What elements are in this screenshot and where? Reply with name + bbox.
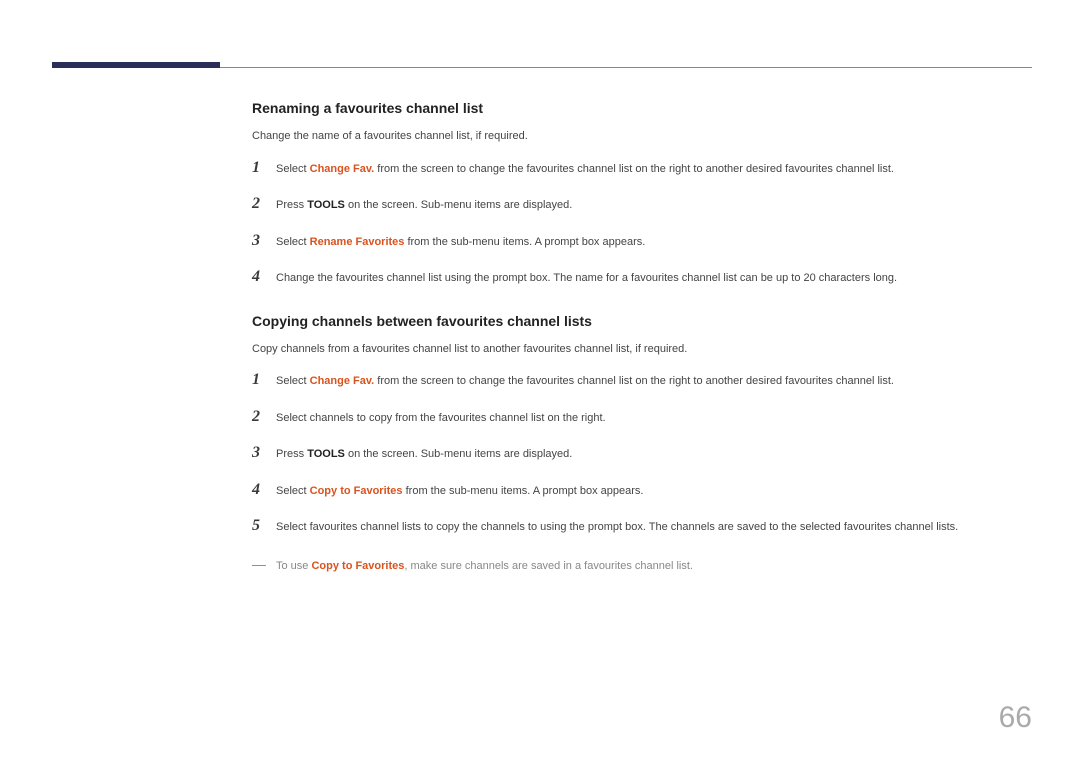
highlight-text: Rename Favorites bbox=[310, 236, 405, 248]
highlight-text: Change Fav. bbox=[310, 163, 375, 175]
note: ― To use Copy to Favorites, make sure ch… bbox=[252, 554, 1032, 575]
highlight-text: Change Fav. bbox=[310, 375, 375, 387]
note-dash-icon: ― bbox=[252, 554, 276, 575]
step-item: 1 Select Change Fav. from the screen to … bbox=[252, 371, 1032, 390]
bold-text: TOOLS bbox=[307, 199, 345, 211]
step-item: 5 Select favourites channel lists to cop… bbox=[252, 517, 1032, 536]
step-item: 1 Select Change Fav. from the screen to … bbox=[252, 159, 1032, 178]
header-accent-bar bbox=[52, 62, 220, 68]
step-item: 3 Select Rename Favorites from the sub-m… bbox=[252, 232, 1032, 251]
section-intro: Copy channels from a favourites channel … bbox=[252, 341, 1032, 358]
step-number: 3 bbox=[252, 444, 276, 462]
step-text: Select Rename Favorites from the sub-men… bbox=[276, 234, 645, 251]
highlight-text: Copy to Favorites bbox=[311, 560, 404, 572]
step-text: Change the favourites channel list using… bbox=[276, 270, 897, 287]
section-copying: Copying channels between favourites chan… bbox=[252, 313, 1032, 575]
header-divider bbox=[220, 67, 1032, 68]
section-heading: Renaming a favourites channel list bbox=[252, 100, 1032, 116]
page-content: Renaming a favourites channel list Chang… bbox=[252, 100, 1032, 575]
step-number: 1 bbox=[252, 159, 276, 177]
step-number: 4 bbox=[252, 268, 276, 286]
step-text: Select channels to copy from the favouri… bbox=[276, 410, 606, 427]
step-number: 1 bbox=[252, 371, 276, 389]
section-renaming: Renaming a favourites channel list Chang… bbox=[252, 100, 1032, 287]
step-item: 3 Press TOOLS on the screen. Sub-menu it… bbox=[252, 444, 1032, 463]
step-text: Select Copy to Favorites from the sub-me… bbox=[276, 483, 643, 500]
step-number: 2 bbox=[252, 408, 276, 426]
step-item: 4 Change the favourites channel list usi… bbox=[252, 268, 1032, 287]
step-item: 2 Press TOOLS on the screen. Sub-menu it… bbox=[252, 195, 1032, 214]
note-text: To use Copy to Favorites, make sure chan… bbox=[276, 558, 693, 575]
page-number: 66 bbox=[999, 701, 1032, 735]
step-number: 4 bbox=[252, 481, 276, 499]
step-text: Select Change Fav. from the screen to ch… bbox=[276, 373, 894, 390]
step-text: Press TOOLS on the screen. Sub-menu item… bbox=[276, 446, 572, 463]
step-text: Select favourites channel lists to copy … bbox=[276, 519, 958, 536]
step-item: 2 Select channels to copy from the favou… bbox=[252, 408, 1032, 427]
section-heading: Copying channels between favourites chan… bbox=[252, 313, 1032, 329]
bold-text: TOOLS bbox=[307, 448, 345, 460]
highlight-text: Copy to Favorites bbox=[310, 485, 403, 497]
step-number: 3 bbox=[252, 232, 276, 250]
step-text: Select Change Fav. from the screen to ch… bbox=[276, 161, 894, 178]
section-intro: Change the name of a favourites channel … bbox=[252, 128, 1032, 145]
step-text: Press TOOLS on the screen. Sub-menu item… bbox=[276, 197, 572, 214]
step-number: 5 bbox=[252, 517, 276, 535]
step-number: 2 bbox=[252, 195, 276, 213]
step-item: 4 Select Copy to Favorites from the sub-… bbox=[252, 481, 1032, 500]
